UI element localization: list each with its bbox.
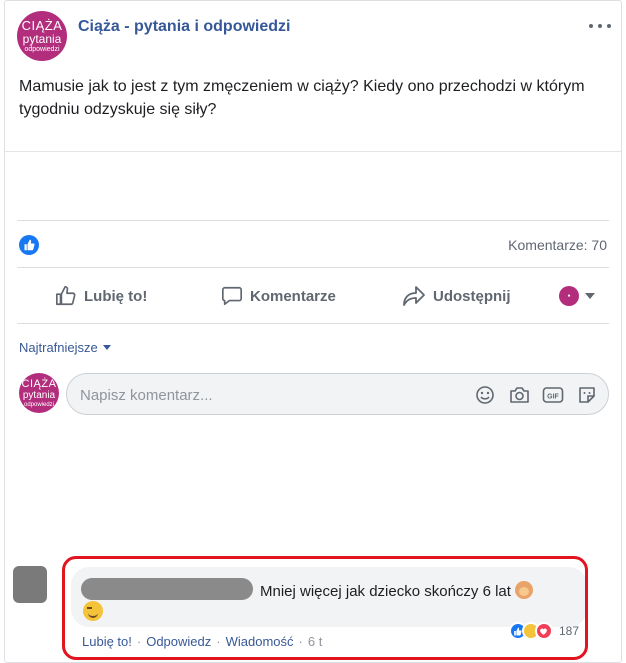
wink-emoji-icon [83,601,103,621]
reaction-count: 187 [558,624,579,638]
reactions-summary: Komentarze: 70 [17,233,609,257]
composer-avatar: CIĄŻA pytania odpowiedzi [19,373,59,413]
love-reaction-icon [534,622,553,640]
comment-button[interactable]: Komentarze [221,271,336,321]
chevron-down-icon [585,293,595,299]
page-avatar[interactable]: CIĄŻA pytania odpowiedzi [17,11,67,61]
comment-text: Mniej więcej jak dziecko skończy 6 lat [260,581,533,600]
emoji-icon[interactable] [474,384,496,406]
comment-reactions[interactable]: 187 [508,621,579,641]
separator-dot: · [298,634,303,649]
share-icon [403,286,425,306]
sort-label: Najtrafniejsze [19,340,98,355]
separator-dot: · [216,634,221,649]
comment-message-link[interactable]: Wiadomość [226,634,294,649]
comment-timestamp[interactable]: 6 t [308,634,322,649]
page-name-link[interactable]: Ciąża - pytania i odpowiedzi [78,18,290,36]
divider [17,323,609,324]
comment-item: Mniej więcej jak dziecko skończy 6 lat 1… [13,564,609,654]
comment-input[interactable]: Napisz komentarz... GIF [66,373,609,415]
comment-like-link[interactable]: Lubię to! [82,634,132,649]
like-label: Lubię to! [84,287,148,305]
separator-dot: · [136,634,142,649]
monkey-emoji-icon [514,581,533,599]
camera-icon[interactable] [508,384,530,406]
more-options-icon[interactable] [589,21,611,31]
like-button[interactable]: Lubię to! [55,271,147,321]
comment-text-content: Mniej więcej jak dziecko skończy 6 lat [260,583,511,600]
avatar-line-2: pytania [22,32,62,46]
page-mini-avatar: ● [559,286,579,306]
divider [17,267,609,268]
like-reaction-icon[interactable] [19,235,39,255]
comment-label: Komentarze [250,287,336,305]
chevron-down-icon [102,345,111,350]
comment-reply-link[interactable]: Odpowiedz [146,634,211,649]
post-header: CIĄŻA pytania odpowiedzi Ciąża - pytania… [17,11,621,61]
post-as-selector[interactable]: ● [559,271,595,321]
thumbs-up-icon [56,286,76,306]
commenter-name-redacted[interactable] [81,578,253,600]
svg-text:GIF: GIF [547,394,559,401]
comment-composer: CIĄŻA pytania odpowiedzi Napisz komentar… [17,371,609,419]
comment-sort-dropdown[interactable]: Najtrafniejsze [19,340,111,355]
divider [17,220,609,221]
comment-actions: Lubię to! · Odpowiedz · Wiadomość · 6 t [82,634,322,649]
share-button[interactable]: Udostępnij [402,271,511,321]
post-text: Mamusie jak to jest z tym zmęczeniem w c… [19,78,585,118]
composer-icons: GIF [474,384,598,406]
post-card: CIĄŻA pytania odpowiedzi Ciąża - pytania… [4,0,622,663]
avatar-line-3: odpowiedzi [23,401,55,408]
comment-icon [222,286,242,306]
comments-count-link[interactable]: Komentarze: 70 [508,237,607,253]
comment-bubble: Mniej więcej jak dziecko skończy 6 lat 1… [71,567,587,640]
avatar-line-3: odpowiedzi [24,46,60,53]
avatar-line-2: pytania [22,389,56,401]
comment-input-placeholder: Napisz komentarz... [80,387,213,404]
post-action-bar: Lubię to! Komentarze Udostępnij ● [17,271,609,321]
divider [5,151,621,152]
avatar-line-1: CIĄŻA [21,18,63,33]
avatar-line-1: CIĄŻA [21,377,57,390]
share-label: Udostępnij [433,287,511,305]
gif-icon[interactable]: GIF [542,384,564,406]
commenter-avatar-redacted[interactable] [13,566,47,603]
sticker-icon[interactable] [576,384,598,406]
